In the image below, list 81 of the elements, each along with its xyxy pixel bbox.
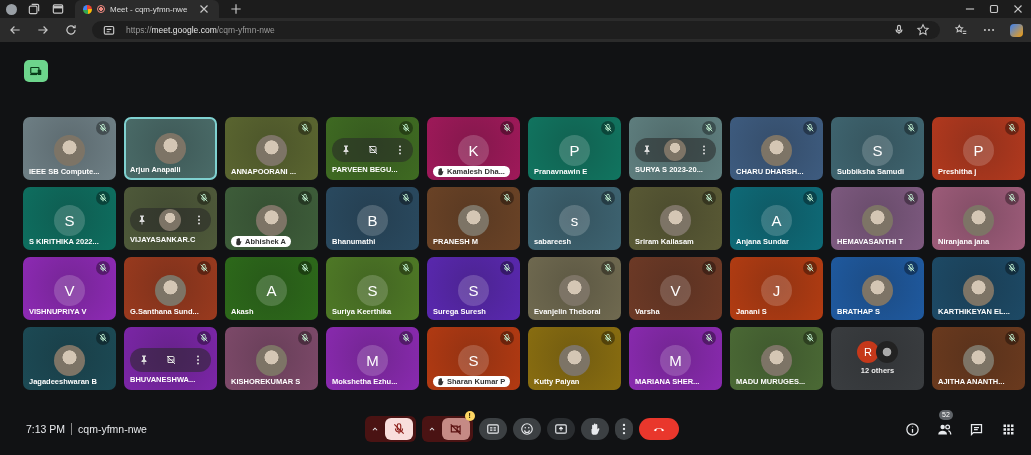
avatar-letter: K [458, 135, 489, 166]
meet-favicon-icon [83, 4, 92, 14]
avatar-letter: A [256, 275, 287, 306]
hide-tile-icon[interactable] [164, 353, 177, 366]
raise-hand-button[interactable] [580, 418, 609, 440]
browser-tab[interactable]: Meet - cqm-yfmn-nwe [75, 0, 219, 18]
photo-placeholder [54, 345, 85, 376]
avatar-letter: s [559, 205, 590, 236]
photo-placeholder [963, 345, 994, 376]
tab-actions-icon[interactable] [27, 2, 41, 16]
avatar-letter: J [761, 275, 792, 306]
photo-placeholder [458, 205, 489, 236]
avatar-letter: P [963, 135, 994, 166]
hand-icon [436, 167, 445, 176]
microphone-icon [892, 23, 906, 37]
avatar-letter: R [857, 341, 879, 363]
info-icon [904, 421, 920, 437]
photo-placeholder [963, 275, 994, 306]
avatar-letter: M [660, 345, 691, 376]
captions-button[interactable] [478, 418, 507, 440]
meeting-time: 7:13 PM [26, 423, 66, 435]
emoji-button[interactable] [512, 418, 541, 440]
site-info-icon [102, 23, 116, 37]
avatar-letter: S [54, 205, 85, 236]
people-icon [936, 421, 952, 437]
hide-tile-icon[interactable] [366, 143, 379, 156]
favorite-star-icon[interactable] [916, 23, 930, 37]
companion-mode-button[interactable] [24, 60, 48, 82]
info-button[interactable] [903, 420, 921, 438]
meeting-code: cqm-yfmn-nwe [78, 423, 147, 435]
camera-off-icon [448, 422, 463, 436]
photo-placeholder [256, 205, 287, 236]
avatar-letter: S [357, 275, 388, 306]
photo-placeholder [256, 135, 287, 166]
hand-icon [436, 377, 445, 386]
photo-placeholder [559, 275, 590, 306]
devices-icon [29, 64, 43, 78]
microphone-button[interactable] [384, 418, 413, 440]
avatar-letter: M [357, 345, 388, 376]
back-icon[interactable] [8, 23, 22, 37]
avatar-letter: V [54, 275, 85, 306]
avatar-letter: S [458, 345, 489, 376]
copilot-icon[interactable] [1010, 23, 1023, 37]
captions-icon [485, 422, 500, 436]
vertical-tabs-icon[interactable] [51, 2, 65, 16]
more-options-button[interactable] [614, 418, 633, 440]
avatar-letter: P [559, 135, 590, 166]
avatar-letter: B [357, 205, 388, 236]
photo-placeholder [155, 133, 186, 164]
photo-placeholder [876, 341, 898, 363]
photo-placeholder [660, 205, 691, 236]
photo-placeholder [761, 345, 792, 376]
warning-badge: ! [464, 411, 475, 421]
hand-icon [234, 237, 243, 246]
emoji-icon [519, 422, 534, 436]
profile-avatar[interactable] [6, 3, 17, 15]
favorites-icon[interactable] [954, 23, 968, 37]
present-button[interactable] [546, 418, 575, 440]
new-tab-icon[interactable] [229, 2, 243, 16]
address-bar[interactable]: https://meet.google.com/cqm-yfmn-nwe [92, 21, 940, 39]
photo-placeholder [559, 345, 590, 376]
photo-placeholder [155, 275, 186, 306]
maximize-icon[interactable] [987, 2, 1001, 16]
photo-placeholder [664, 138, 687, 161]
photo-placeholder [862, 275, 893, 306]
photo-placeholder [862, 205, 893, 236]
avatar-letter: S [458, 275, 489, 306]
microphone-off-icon [391, 422, 406, 436]
photo-placeholder [159, 208, 182, 231]
photo-placeholder [54, 135, 85, 166]
present-screen-icon [553, 422, 568, 436]
avatar-letter: V [660, 275, 691, 306]
photo-placeholder [963, 205, 994, 236]
photo-placeholder [761, 135, 792, 166]
photo-placeholder [256, 345, 287, 376]
camera-button[interactable] [441, 418, 470, 440]
avatar-letter: S [862, 135, 893, 166]
chat-icon [968, 421, 984, 437]
leave-call-button[interactable] [638, 418, 679, 440]
reload-icon[interactable] [64, 23, 78, 37]
avatar-letter: A [761, 205, 792, 236]
